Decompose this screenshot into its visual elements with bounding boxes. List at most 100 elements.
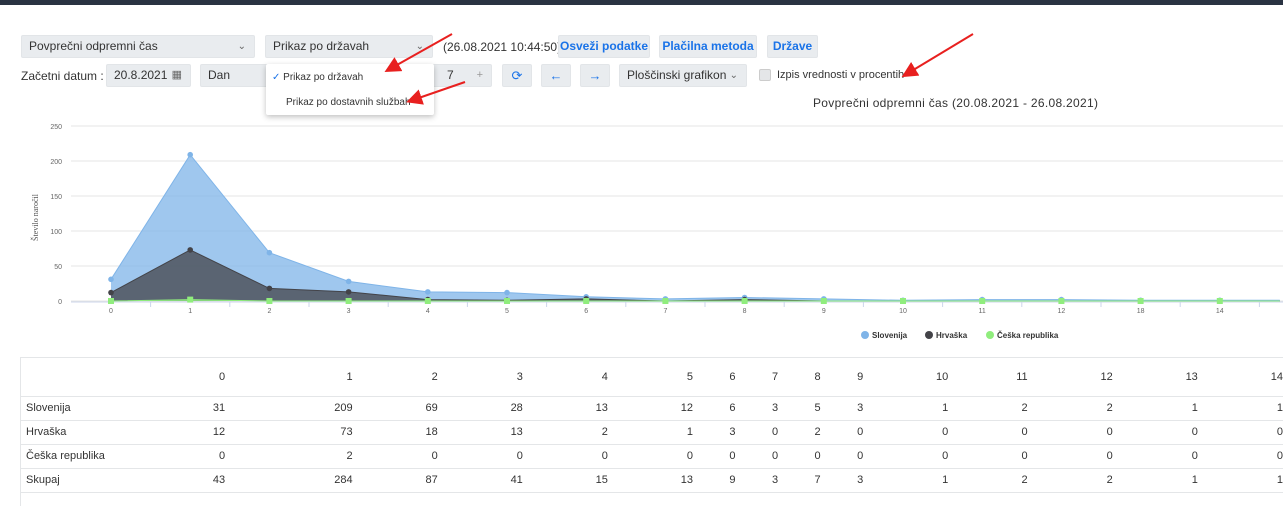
table-header-cell: 10 xyxy=(863,358,949,397)
chart-type-select[interactable]: Ploščinski grafikon ⌄ xyxy=(619,64,747,87)
data-point xyxy=(187,247,193,253)
table-cell: 0 xyxy=(1112,444,1198,469)
count-value: 7 xyxy=(447,68,454,82)
table-row: Skupaj 43 284 87 41 15 13 9 3 7 3 1 2 2 1 1 xyxy=(20,468,1283,493)
x-tick-label: 7 xyxy=(663,308,667,315)
view-select-value: Prikaz po državah xyxy=(273,39,370,53)
table-cell: 1 xyxy=(863,396,949,421)
calendar-icon[interactable]: ▦ xyxy=(172,65,182,86)
percent-label: Izpis vrednosti v procentih xyxy=(777,69,905,81)
table-header-cell: 8 xyxy=(778,358,821,397)
table-cell: 3 xyxy=(820,468,864,493)
table-cell: 7 xyxy=(778,468,821,493)
table-row-label: Slovenija xyxy=(20,396,140,421)
x-tick-label: 8 xyxy=(743,308,747,315)
table-cell: 3 xyxy=(735,396,779,421)
table-cell: 1 xyxy=(607,420,693,445)
dropdown-option-label: Prikaz po državah xyxy=(283,72,364,83)
x-tick-label: 10 xyxy=(899,308,907,315)
x-tick-label: 4 xyxy=(426,308,430,315)
x-tick-label: 14 xyxy=(1216,308,1224,315)
y-tick-label: 250 xyxy=(50,124,62,131)
start-date-input[interactable]: 20.8.2021 ▦ xyxy=(106,64,191,87)
table-cell: 3 xyxy=(693,420,736,445)
table-cell: 0 xyxy=(735,444,779,469)
metric-select[interactable]: Povprečni odpremni čas ⌄ xyxy=(21,35,255,58)
dropdown-option-couriers[interactable]: Prikaz po dostavnih službah xyxy=(286,97,411,108)
table-header-cell: 14 xyxy=(1197,358,1283,397)
table-row-label: Hrvaška xyxy=(20,420,140,445)
table-cell: 0 xyxy=(1197,444,1283,469)
table-cell: 2 xyxy=(778,420,821,445)
table-cell: 73 xyxy=(225,420,353,445)
refresh-icon[interactable]: ⟳ xyxy=(502,64,532,87)
data-point xyxy=(900,298,906,304)
table-header-cell: 1 xyxy=(225,358,353,397)
legend-label: Hrvaška xyxy=(936,331,968,340)
view-dropdown-menu: ✓ Prikaz po državah Prikaz po dostavnih … xyxy=(266,64,434,115)
table-cell: 2 xyxy=(948,396,1028,421)
y-tick-label: 200 xyxy=(50,159,62,166)
table-cell: 1 xyxy=(1197,468,1283,493)
table-cell: 0 xyxy=(1027,420,1113,445)
y-axis-label: Število naročil xyxy=(31,193,40,241)
table-cell: 0 xyxy=(1027,444,1113,469)
start-date-value: 20.8.2021 xyxy=(114,68,168,82)
countries-button[interactable]: Države xyxy=(767,35,818,58)
x-tick-label: 3 xyxy=(347,308,351,315)
dropdown-option-label: Prikaz po dostavnih službah xyxy=(286,97,411,108)
table-cell: 1 xyxy=(1112,396,1198,421)
table-row: Češka republika 0 2 0 0 0 0 0 0 0 0 0 0 0 0 0 xyxy=(20,444,1283,469)
plus-icon[interactable]: + xyxy=(477,65,483,86)
table-cell: 41 xyxy=(437,468,523,493)
data-point xyxy=(108,298,114,304)
series-area-0 xyxy=(111,154,1280,301)
table-cell: 12 xyxy=(140,420,226,445)
data-point xyxy=(266,285,273,292)
arrow-right-icon[interactable]: → xyxy=(580,64,610,87)
legend-marker xyxy=(861,331,869,339)
count-stepper[interactable]: 7 + xyxy=(432,64,492,87)
table-row-label: Skupaj xyxy=(20,468,140,493)
data-point xyxy=(266,298,273,304)
x-tick-label: 9 xyxy=(822,308,826,315)
data-point xyxy=(108,276,114,283)
table-cell: 69 xyxy=(352,396,438,421)
table-cell: 28 xyxy=(437,396,523,421)
x-tick-label: 5 xyxy=(505,308,509,315)
dropdown-option-countries[interactable]: ✓ Prikaz po državah xyxy=(272,72,363,83)
timestamp: (26.08.2021 10:44:50) xyxy=(443,40,562,54)
legend-label: Češka republika xyxy=(997,331,1059,340)
data-table: 0 1 2 3 4 5 6 7 8 9 10 11 12 13 14 Slovenija 31 209 69 28 13… xyxy=(20,358,1283,493)
data-point xyxy=(1058,298,1065,304)
table-cell: 0 xyxy=(1197,420,1283,445)
data-point xyxy=(979,298,986,304)
refresh-button[interactable]: Osveži podatke xyxy=(558,35,650,58)
data-point xyxy=(345,289,352,295)
metric-select-value: Povprečni odpremni čas xyxy=(29,39,158,53)
table-row-label: Češka republika xyxy=(20,444,140,469)
arrow-left-icon[interactable]: ← xyxy=(541,64,571,87)
payment-method-button[interactable]: Plačilna metoda xyxy=(659,35,757,58)
table-cell: 6 xyxy=(693,396,736,421)
table-cell: 3 xyxy=(820,396,864,421)
table-cell: 0 xyxy=(778,444,821,469)
chart-type-value: Ploščinski grafikon xyxy=(627,68,727,82)
table-row: Slovenija 31 209 69 28 13 12 6 3 5 3 1 2 2 1 1 xyxy=(20,396,1283,421)
table-cell: 15 xyxy=(522,468,608,493)
table-cell: 0 xyxy=(820,444,864,469)
table-cell: 13 xyxy=(522,396,608,421)
view-select[interactable]: Prikaz po državah ⌄ xyxy=(265,35,433,58)
data-point xyxy=(504,289,510,296)
y-tick-label: 0 xyxy=(58,299,62,306)
data-point xyxy=(1216,298,1223,304)
period-select[interactable]: Dan xyxy=(200,64,270,87)
y-tick-label: 150 xyxy=(50,194,62,201)
table-cell: 31 xyxy=(140,396,226,421)
table-header-row: 0 1 2 3 4 5 6 7 8 9 10 11 12 13 14 xyxy=(20,358,1283,397)
table-cell: 0 xyxy=(352,444,438,469)
x-tick-label: 12 xyxy=(1058,308,1066,315)
table-header-cell: 9 xyxy=(820,358,864,397)
table-header-cell xyxy=(20,358,140,397)
percent-checkbox[interactable] xyxy=(759,69,771,81)
